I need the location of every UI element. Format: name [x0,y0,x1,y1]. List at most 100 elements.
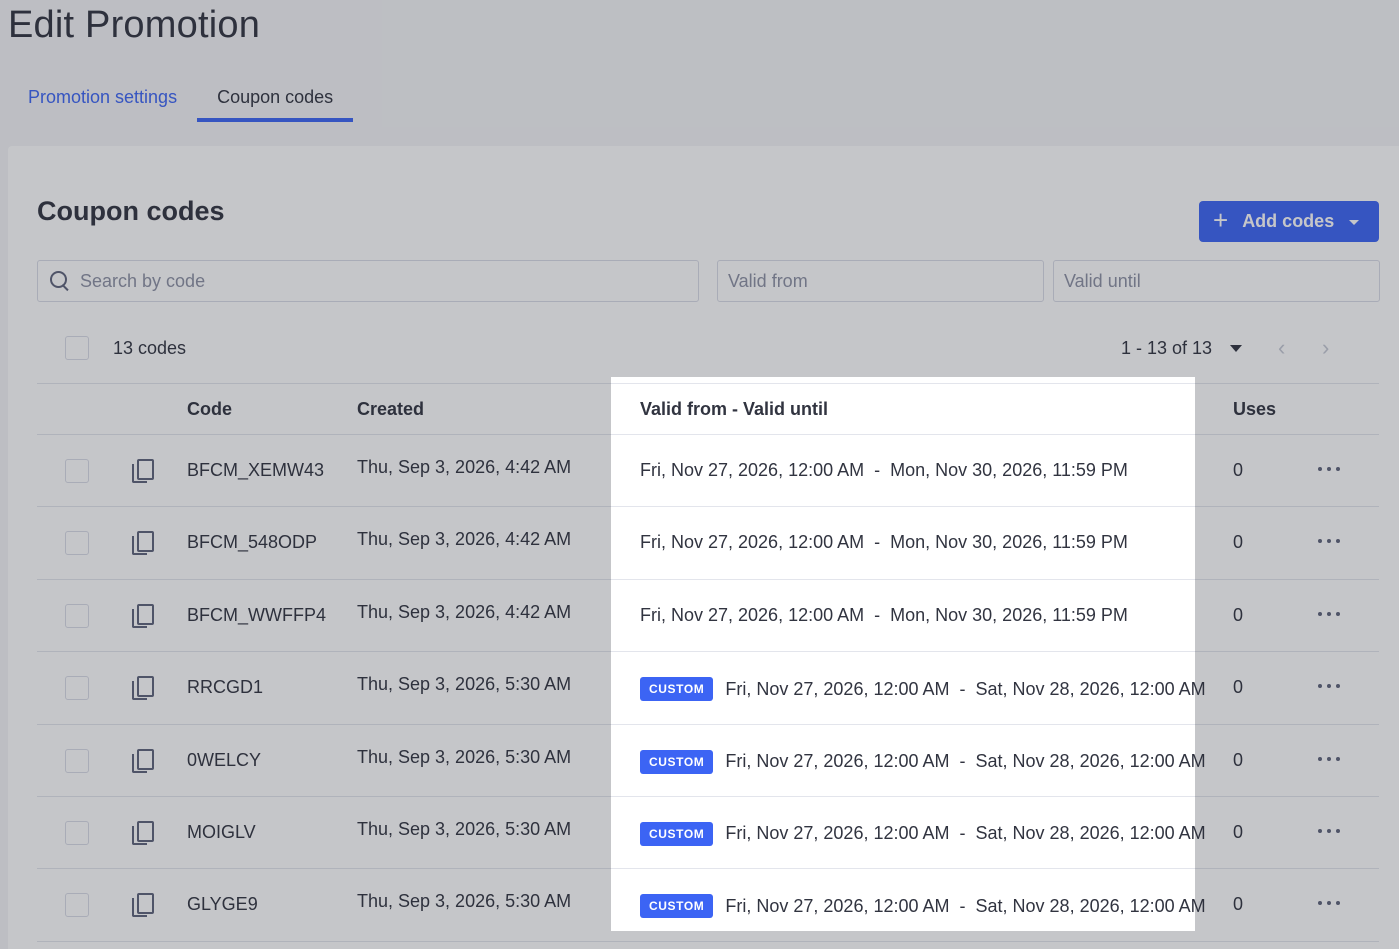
table-body: BFCM_XEMW43 Thu, Sep 3, 2026, 4:42 AM Fr… [37,435,1379,942]
table-row: BFCM_548ODP Thu, Sep 3, 2026, 4:42 AM Fr… [37,507,1379,580]
row-checkbox[interactable] [65,893,89,918]
row-checkbox[interactable] [65,820,89,845]
more-options-icon[interactable] [1318,682,1340,690]
coupon-table: Code Created Valid from - Valid until Us… [37,383,1379,942]
more-options-icon[interactable] [1318,465,1340,473]
cell-uses: 0 [1233,604,1244,625]
cell-uses: 0 [1233,460,1244,480]
cell-uses: 0 [1233,532,1244,553]
codes-count: 13 codes [113,338,187,358]
valid-until-input[interactable]: Valid until [1053,260,1380,302]
cell-valid-range: Fri, Nov 27, 2026, 12:00 AM - Mon, Nov 3… [640,605,1128,626]
valid-from-value: Fri, Nov 27, 2026, 12:00 AM [725,895,950,916]
row-checkbox[interactable] [65,676,89,701]
cell-valid-range: Fri, Nov 27, 2026, 12:00 AM - Mon, Nov 3… [640,532,1128,553]
custom-badge: CUSTOM [640,821,714,846]
header-uses[interactable]: Uses [1233,399,1276,420]
more-options-icon[interactable] [1318,899,1340,907]
copy-icon[interactable] [132,820,154,845]
date-separator: - [959,751,966,772]
cell-created: Thu, Sep 3, 2026, 5:30 AM [357,674,572,695]
cell-code: MOIGLV [187,821,256,842]
select-all-checkbox[interactable] [65,336,89,360]
header-valid-range[interactable]: Valid from - Valid until [640,399,828,420]
copy-icon[interactable] [132,748,154,773]
cell-created: Thu, Sep 3, 2026, 4:42 AM [357,457,572,477]
cell-code: RRCGD1 [187,677,264,698]
valid-from-value: Fri, Nov 27, 2026, 12:00 AM [725,823,950,844]
valid-from-value: Fri, Nov 27, 2026, 12:00 AM [640,532,865,553]
valid-until-value: Sat, Nov 28, 2026, 12:00 AM [975,823,1206,844]
edit-promotion-page: Edit Promotion Promotion settings Coupon… [0,0,1399,949]
more-options-icon[interactable] [1318,610,1340,618]
valid-until-placeholder: Valid until [1064,270,1141,291]
table-row: 0WELCY Thu, Sep 3, 2026, 5:30 AM CUSTOM … [37,725,1379,797]
cell-uses: 0 [1233,894,1244,915]
row-checkbox[interactable] [65,748,89,773]
cell-code: 0WELCY [187,749,262,770]
copy-icon[interactable] [132,893,154,918]
cell-created: Thu, Sep 3, 2026, 5:30 AM [357,818,572,839]
custom-badge: CUSTOM [640,894,714,919]
copy-icon[interactable] [132,531,154,556]
cell-uses: 0 [1233,677,1244,698]
valid-from-value: Fri, Nov 27, 2026, 12:00 AM [725,751,950,772]
cell-valid-range: CUSTOM Fri, Nov 27, 2026, 12:00 AM - Sat… [640,749,1206,774]
cell-uses: 0 [1233,821,1244,842]
date-separator: - [959,678,966,699]
plus-icon: + [1213,205,1229,235]
date-separator: - [874,532,881,553]
cell-created: Thu, Sep 3, 2026, 5:30 AM [357,746,572,767]
cell-uses: 0 [1233,749,1244,770]
search-input[interactable]: Search by code [37,260,699,302]
copy-icon[interactable] [132,459,154,483]
cell-valid-range: CUSTOM Fri, Nov 27, 2026, 12:00 AM - Sat… [640,677,1206,702]
add-codes-button[interactable]: + Add codes [1199,201,1379,242]
chevron-right-icon[interactable]: › [1322,335,1329,361]
search-placeholder: Search by code [80,270,206,291]
date-separator: - [874,604,881,625]
row-checkbox[interactable] [65,603,89,628]
header-created[interactable]: Created [357,399,424,420]
table-row: BFCM_XEMW43 Thu, Sep 3, 2026, 4:42 AM Fr… [37,435,1379,508]
valid-until-value: Sat, Nov 28, 2026, 12:00 AM [975,751,1206,772]
tab-bar: Promotion settings Coupon codes [8,80,354,122]
copy-icon[interactable] [132,676,154,701]
valid-until-value: Mon, Nov 30, 2026, 11:59 PM [890,604,1128,625]
table-row: RRCGD1 Thu, Sep 3, 2026, 5:30 AM CUSTOM … [37,652,1379,725]
date-separator: - [959,895,966,916]
header-code[interactable]: Code [187,399,232,420]
page-title: Edit Promotion [8,4,261,46]
custom-badge: CUSTOM [640,749,714,774]
search-icon [50,271,70,291]
copy-icon[interactable] [132,603,154,628]
valid-from-value: Fri, Nov 27, 2026, 12:00 AM [640,604,865,625]
pagination-range: 1 - 13 of 13 [1121,338,1213,358]
table-row: BFCM_WWFFP4 Thu, Sep 3, 2026, 4:42 AM Fr… [37,580,1379,653]
cell-valid-range: CUSTOM Fri, Nov 27, 2026, 12:00 AM - Sat… [640,821,1206,846]
row-checkbox[interactable] [65,459,89,483]
date-separator: - [874,460,881,480]
table-row: GLYGE9 Thu, Sep 3, 2026, 5:30 AM CUSTOM … [37,869,1379,942]
cell-code: BFCM_548ODP [187,532,318,553]
chevron-left-icon[interactable]: ‹ [1278,335,1285,361]
more-options-icon[interactable] [1318,827,1340,835]
coupon-codes-card: Coupon codes + Add codes Search by code … [8,146,1399,949]
cell-valid-range: CUSTOM Fri, Nov 27, 2026, 12:00 AM - Sat… [640,894,1206,919]
cell-code: BFCM_XEMW43 [187,460,325,480]
tab-promotion-settings[interactable]: Promotion settings [8,80,197,122]
more-options-icon[interactable] [1318,537,1340,545]
valid-from-input[interactable]: Valid from [717,260,1044,302]
valid-until-value: Sat, Nov 28, 2026, 12:00 AM [975,895,1206,916]
date-separator: - [959,823,966,844]
valid-until-value: Mon, Nov 30, 2026, 11:59 PM [890,532,1128,553]
more-options-icon[interactable] [1318,755,1340,763]
cell-created: Thu, Sep 3, 2026, 4:42 AM [357,529,572,550]
add-codes-label: Add codes [1242,211,1335,231]
tab-coupon-codes[interactable]: Coupon codes [197,80,354,122]
table-row: MOIGLV Thu, Sep 3, 2026, 5:30 AM CUSTOM … [37,797,1379,870]
row-checkbox[interactable] [65,531,89,556]
cell-code: GLYGE9 [187,894,258,915]
cell-created: Thu, Sep 3, 2026, 4:42 AM [357,601,572,622]
pagination-dropdown-icon[interactable] [1230,345,1242,352]
